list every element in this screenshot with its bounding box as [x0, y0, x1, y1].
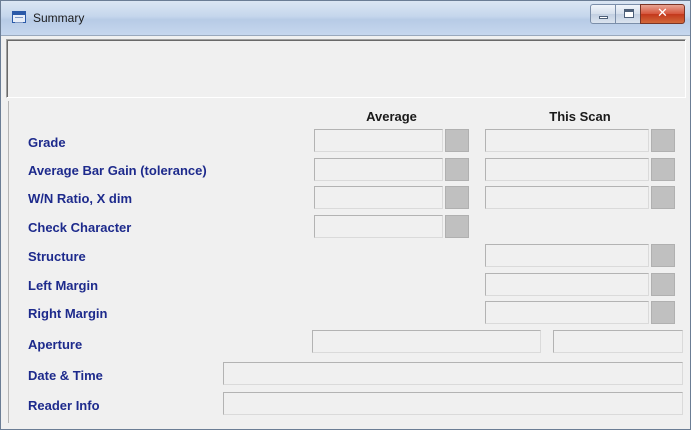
average-column-header: Average [366, 109, 417, 124]
right-margin-this-scan-indicator [651, 301, 675, 324]
maximize-icon [624, 9, 634, 18]
window-title: Summary [33, 11, 85, 25]
title-bar[interactable]: Summary ✕ [1, 1, 690, 36]
left-margin-this-scan-indicator [651, 273, 675, 296]
minimize-button[interactable] [590, 4, 616, 24]
summary-window: Summary ✕ Average This Scan Grade Averag… [0, 0, 691, 430]
check-character-label: Check Character [28, 220, 132, 235]
structure-this-scan-indicator [651, 244, 675, 267]
check-character-average-indicator [445, 215, 469, 238]
message-panel [6, 39, 686, 98]
left-margin-this-scan-field [485, 273, 649, 296]
right-margin-this-scan-field [485, 301, 649, 324]
reader-info-label: Reader Info [28, 398, 100, 413]
right-margin-label: Right Margin [28, 306, 108, 321]
wn-ratio-average-indicator [445, 186, 469, 209]
structure-label: Structure [28, 249, 86, 264]
grade-this-scan-indicator [651, 129, 675, 152]
wn-ratio-label: W/N Ratio, X dim [28, 191, 132, 206]
maximize-button[interactable] [615, 4, 641, 24]
wn-ratio-this-scan-field [485, 186, 649, 209]
this-scan-column-header: This Scan [549, 109, 611, 124]
aperture-field-2 [553, 330, 683, 353]
left-margin-label: Left Margin [28, 278, 99, 293]
structure-this-scan-field [485, 244, 649, 267]
wn-ratio-this-scan-indicator [651, 186, 675, 209]
date-time-field [223, 362, 683, 385]
reader-info-field [223, 392, 683, 415]
bar-gain-average-indicator [445, 158, 469, 181]
grade-average-indicator [445, 129, 469, 152]
bar-gain-this-scan-field [485, 158, 649, 181]
close-button[interactable]: ✕ [640, 4, 685, 24]
grade-label: Grade [28, 135, 66, 150]
aperture-field-1 [312, 330, 541, 353]
wn-ratio-average-field [314, 186, 443, 209]
grade-average-field [314, 129, 443, 152]
close-icon: ✕ [657, 6, 668, 21]
check-character-average-field [314, 215, 443, 238]
left-divider [8, 101, 9, 423]
minimize-icon [599, 16, 608, 19]
bar-gain-this-scan-indicator [651, 158, 675, 181]
grade-this-scan-field [485, 129, 649, 152]
bar-gain-average-field [314, 158, 443, 181]
date-time-label: Date & Time [28, 368, 103, 383]
table-icon[interactable] [12, 11, 26, 23]
bar-gain-label: Average Bar Gain (tolerance) [28, 163, 207, 178]
aperture-label: Aperture [28, 337, 83, 352]
